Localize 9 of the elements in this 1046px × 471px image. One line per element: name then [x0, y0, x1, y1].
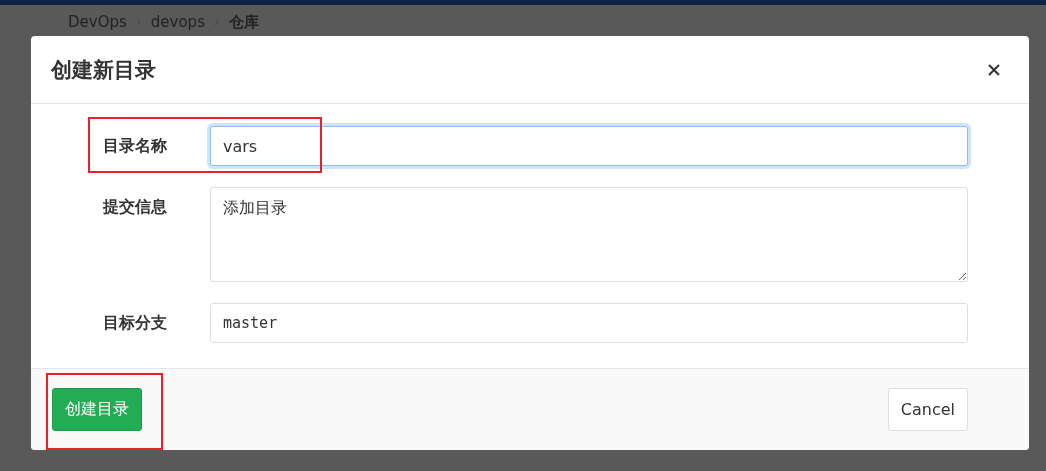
- cancel-button[interactable]: Cancel: [887, 388, 968, 431]
- message-field[interactable]: 添加目录: [210, 187, 968, 282]
- text-field[interactable]: master: [210, 303, 968, 343]
- field-label: 目标分支: [102, 312, 168, 334]
- close-icon: [987, 62, 1001, 77]
- dialog-title: 创建新目录: [51, 56, 156, 84]
- field-label: 目录名称: [102, 135, 168, 157]
- field-label: 提交信息: [101, 196, 168, 218]
- text-field[interactable]: vars: [210, 126, 968, 166]
